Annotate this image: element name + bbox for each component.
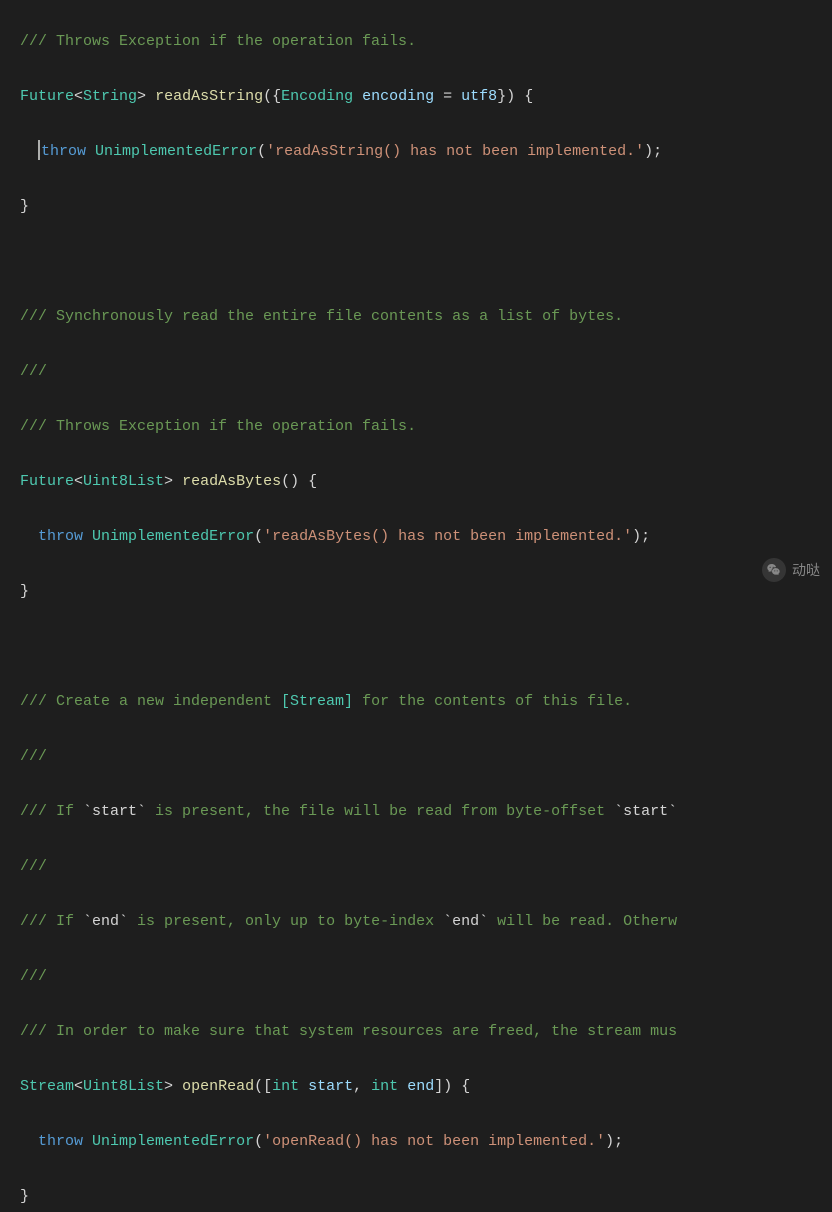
return-type: Future xyxy=(20,88,74,105)
code-line: throw UnimplementedError('readAsBytes() … xyxy=(20,523,832,551)
class-name: UnimplementedError xyxy=(92,528,254,545)
comment-text: /// xyxy=(20,363,47,380)
param-type: Encoding xyxy=(281,88,353,105)
comment-text: is present, the file will be read from b… xyxy=(146,803,614,820)
return-type: Future xyxy=(20,473,74,490)
code-line: /// Create a new independent [Stream] fo… xyxy=(20,688,832,716)
code-line: /// If `start` is present, the file will… xyxy=(20,798,832,826)
keyword-throw: throw xyxy=(38,1133,83,1150)
comment-text: /// Synchronously read the entire file c… xyxy=(20,308,623,325)
code-line: } xyxy=(20,1183,832,1211)
inline-code: `start` xyxy=(614,803,677,820)
keyword-throw: throw xyxy=(41,143,86,160)
method-name: openRead xyxy=(182,1078,254,1095)
method-name: readAsBytes xyxy=(182,473,281,490)
close-brace: } xyxy=(20,583,29,600)
code-line: } xyxy=(20,578,832,606)
comment-text: for the contents of this file. xyxy=(353,693,632,710)
code-line: throw UnimplementedError('openRead() has… xyxy=(20,1128,832,1156)
code-line: /// Synchronously read the entire file c… xyxy=(20,303,832,331)
param-type: int xyxy=(272,1078,299,1095)
comment-text: /// If xyxy=(20,803,83,820)
comment-text: /// In order to make sure that system re… xyxy=(20,1023,677,1040)
param-name: start xyxy=(308,1078,353,1095)
text-cursor xyxy=(38,140,40,160)
code-line: /// xyxy=(20,963,832,991)
string-literal: 'readAsString() has not been implemented… xyxy=(266,143,644,160)
code-line: /// In order to make sure that system re… xyxy=(20,1018,832,1046)
code-line: } xyxy=(20,193,832,221)
inline-code: `end` xyxy=(443,913,488,930)
comment-text: /// Throws Exception if the operation fa… xyxy=(20,418,416,435)
inline-code: `end` xyxy=(83,913,128,930)
comment-text: /// xyxy=(20,858,47,875)
string-literal: 'readAsBytes() has not been implemented.… xyxy=(263,528,632,545)
comment-text: /// xyxy=(20,968,47,985)
code-line: /// Throws Exception if the operation fa… xyxy=(20,413,832,441)
blank-line xyxy=(20,633,832,661)
comment-text: /// If xyxy=(20,913,83,930)
code-line: Future<String> readAsString({Encoding en… xyxy=(20,83,832,111)
param-name: encoding xyxy=(362,88,434,105)
code-line: /// Throws Exception if the operation fa… xyxy=(20,28,832,56)
class-name: UnimplementedError xyxy=(92,1133,254,1150)
code-block: /// Throws Exception if the operation fa… xyxy=(0,0,832,1212)
param-name: end xyxy=(407,1078,434,1095)
close-brace: } xyxy=(20,1188,29,1205)
comment-text: will be read. Otherw xyxy=(488,913,677,930)
inline-code: `start` xyxy=(83,803,146,820)
comment-text: is present, only up to byte-index xyxy=(128,913,443,930)
watermark: 动哒 xyxy=(762,557,820,585)
code-line: Future<Uint8List> readAsBytes() { xyxy=(20,468,832,496)
code-line: Stream<Uint8List> openRead([int start, i… xyxy=(20,1073,832,1101)
watermark-text: 动哒 xyxy=(792,557,820,585)
generic-type: Uint8List xyxy=(83,473,164,490)
comment-text: /// xyxy=(20,748,47,765)
code-line: /// xyxy=(20,743,832,771)
comment-text: /// Throws Exception if the operation fa… xyxy=(20,33,416,50)
string-literal: 'openRead() has not been implemented.' xyxy=(263,1133,605,1150)
generic-type: Uint8List xyxy=(83,1078,164,1095)
class-name: UnimplementedError xyxy=(95,143,257,160)
default-value: utf8 xyxy=(461,88,497,105)
close-brace: } xyxy=(20,198,29,215)
doc-link: [Stream] xyxy=(281,693,353,710)
blank-line xyxy=(20,248,832,276)
wechat-icon xyxy=(762,558,786,582)
code-line: throw UnimplementedError('readAsString()… xyxy=(20,138,832,166)
code-line: /// xyxy=(20,853,832,881)
keyword-throw: throw xyxy=(38,528,83,545)
return-type: Stream xyxy=(20,1078,74,1095)
param-type: int xyxy=(371,1078,398,1095)
code-line: /// xyxy=(20,358,832,386)
method-name: readAsString xyxy=(155,88,263,105)
generic-type: String xyxy=(83,88,137,105)
comment-text: /// Create a new independent xyxy=(20,693,281,710)
code-line: /// If `end` is present, only up to byte… xyxy=(20,908,832,936)
